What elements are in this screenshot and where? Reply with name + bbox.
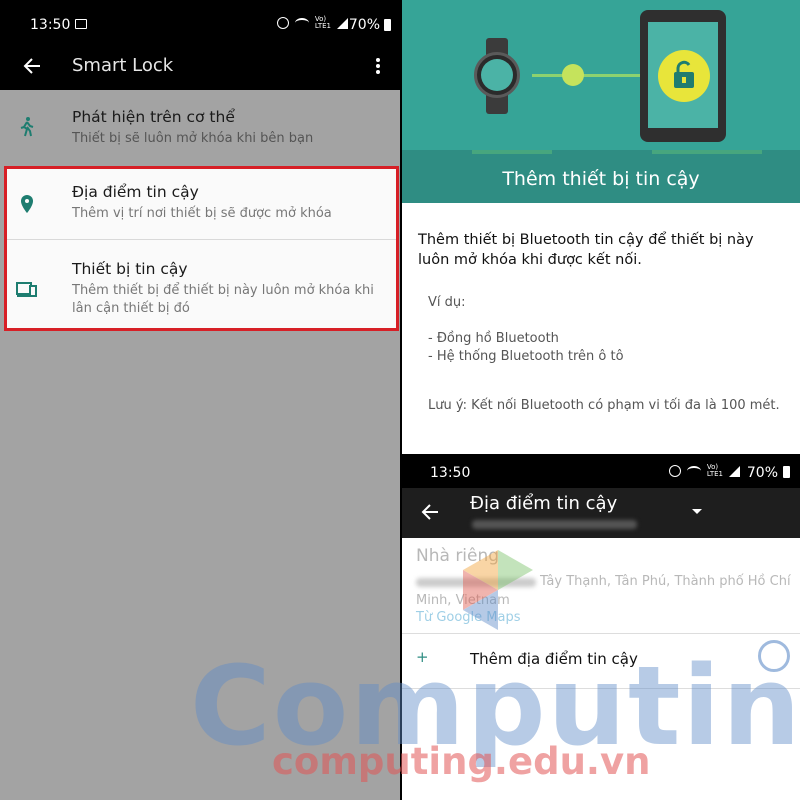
- examples-list: - Đồng hồ Bluetooth - Hệ thống Bluetooth…: [428, 330, 624, 366]
- walking-person-icon: [16, 116, 38, 138]
- back-arrow-icon[interactable]: [22, 56, 42, 76]
- item-subtitle: Thêm thiết bị để thiết bị này luôn mở kh…: [72, 283, 374, 316]
- location-pin-icon: [16, 193, 38, 215]
- status-time: 13:50: [430, 465, 471, 481]
- status-time: 13:50: [30, 17, 71, 33]
- padlock-open-icon: [672, 60, 696, 90]
- app-toolbar: Địa điểm tin cậy: [402, 488, 800, 538]
- network-label: Vo) LTE1: [706, 463, 723, 478]
- signal-icon: [337, 17, 348, 29]
- alarm-icon: [276, 17, 289, 29]
- battery-icon: [783, 466, 790, 478]
- signal-icon: [729, 465, 740, 477]
- network-label: Vo) LTE1: [314, 15, 331, 30]
- examples-label: Ví dụ:: [428, 295, 466, 310]
- page-title: Smart Lock: [72, 55, 174, 76]
- status-icons: Vo) LTE1: [276, 15, 348, 30]
- description-text: Thêm thiết bị Bluetooth tin cậy để thiết…: [418, 232, 754, 268]
- bluetooth-icon: [562, 64, 584, 86]
- battery-percent: 70%: [746, 465, 778, 481]
- decor-line: [472, 150, 552, 154]
- alarm-icon: [668, 465, 681, 477]
- range-note: Lưu ý: Kết nối Bluetooth có phạm vi tối …: [428, 398, 780, 413]
- example-item: - Đồng hồ Bluetooth: [428, 331, 559, 346]
- smartwatch-screen: [481, 59, 513, 91]
- battery-percent: 70%: [348, 17, 380, 33]
- devices-icon: [16, 278, 38, 300]
- item-title: Thiết bị tin cậy: [72, 260, 188, 278]
- page-title: Địa điểm tin cậy: [470, 493, 618, 514]
- wifi-icon: [686, 466, 701, 476]
- add-trusted-device-screen: Thêm thiết bị tin cậy Thêm thiết bị Blue…: [402, 0, 800, 454]
- item-subtitle: Thiết bị sẽ luôn mở khóa khi bên bạn: [72, 131, 314, 146]
- watermark-logo-icon: [453, 545, 543, 635]
- battery-icon: [384, 19, 391, 31]
- hero-title: Thêm thiết bị tin cậy: [502, 168, 700, 190]
- status-bar: 13:50 Vo) LTE1 70%: [402, 456, 800, 488]
- account-dropdown-icon[interactable]: [692, 509, 702, 514]
- hero-banner: Thêm thiết bị tin cậy: [402, 0, 800, 203]
- watermark-url: computing.edu.vn: [272, 740, 651, 783]
- more-options-icon[interactable]: [374, 56, 382, 76]
- status-icons: Vo) LTE1: [668, 463, 740, 478]
- account-email-blurred: [472, 520, 637, 529]
- gallery-icon: [75, 19, 87, 29]
- app-toolbar: Smart Lock: [0, 46, 400, 90]
- on-body-detection-item[interactable]: Phát hiện trên cơ thể Thiết bị sẽ luôn m…: [0, 90, 400, 166]
- connection-line: [532, 74, 652, 77]
- trusted-places-item[interactable]: Địa điểm tin cậy Thêm vị trí nơi thiết b…: [0, 169, 400, 239]
- item-title: Phát hiện trên cơ thể: [72, 108, 235, 126]
- status-bar: 13:50 Vo) LTE1 70%: [0, 0, 400, 46]
- trusted-devices-item[interactable]: Thiết bị tin cậy Thêm thiết bị để thiết …: [0, 240, 400, 328]
- item-title: Địa điểm tin cậy: [72, 183, 199, 201]
- wifi-icon: [294, 18, 309, 28]
- back-arrow-icon[interactable]: [420, 502, 440, 522]
- item-subtitle: Thêm vị trí nơi thiết bị sẽ được mở khóa: [72, 206, 332, 221]
- decor-line: [652, 150, 762, 154]
- example-item: - Hệ thống Bluetooth trên ô tô: [428, 349, 624, 364]
